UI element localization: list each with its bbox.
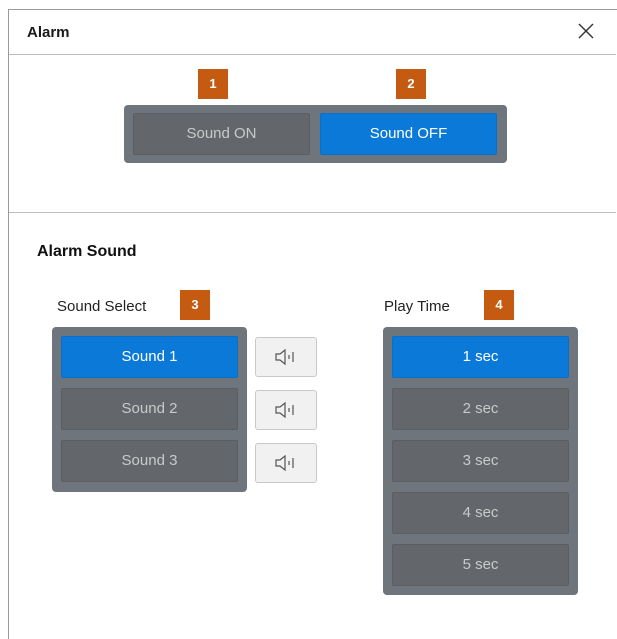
sound-2-option[interactable]: Sound 2 — [61, 388, 238, 430]
play-time-3-option[interactable]: 3 sec — [392, 440, 569, 482]
play-time-5-option[interactable]: 5 sec — [392, 544, 569, 586]
preview-sound-3-button[interactable] — [255, 443, 317, 483]
preview-sound-2-button[interactable] — [255, 390, 317, 430]
sound-1-option[interactable]: Sound 1 — [61, 336, 238, 378]
section-divider — [9, 212, 616, 213]
preview-sound-1-button[interactable] — [255, 337, 317, 377]
window-titlebar: Alarm — [9, 9, 616, 55]
sound-3-option[interactable]: Sound 3 — [61, 440, 238, 482]
sound-select-label: Sound Select — [57, 298, 147, 315]
play-time-panel: 1 sec 2 sec 3 sec 4 sec 5 sec — [383, 327, 578, 595]
play-time-label: Play Time — [384, 298, 450, 315]
play-time-4-option[interactable]: 4 sec — [392, 492, 569, 534]
sound-on-button[interactable]: Sound ON — [133, 113, 310, 155]
close-icon[interactable] — [576, 21, 596, 41]
play-time-2-option[interactable]: 2 sec — [392, 388, 569, 430]
alarm-sound-title: Alarm Sound — [37, 243, 137, 260]
badge-4: 4 — [484, 290, 514, 320]
window-left-border — [8, 9, 9, 639]
badge-1: 1 — [198, 69, 228, 99]
sound-off-button[interactable]: Sound OFF — [320, 113, 497, 155]
play-time-1-option[interactable]: 1 sec — [392, 336, 569, 378]
sound-list-panel: Sound 1 Sound 2 Sound 3 — [52, 327, 247, 492]
window-title: Alarm — [27, 24, 70, 41]
sound-toggle-panel: Sound ON Sound OFF — [124, 105, 507, 163]
badge-2: 2 — [396, 69, 426, 99]
badge-3: 3 — [180, 290, 210, 320]
